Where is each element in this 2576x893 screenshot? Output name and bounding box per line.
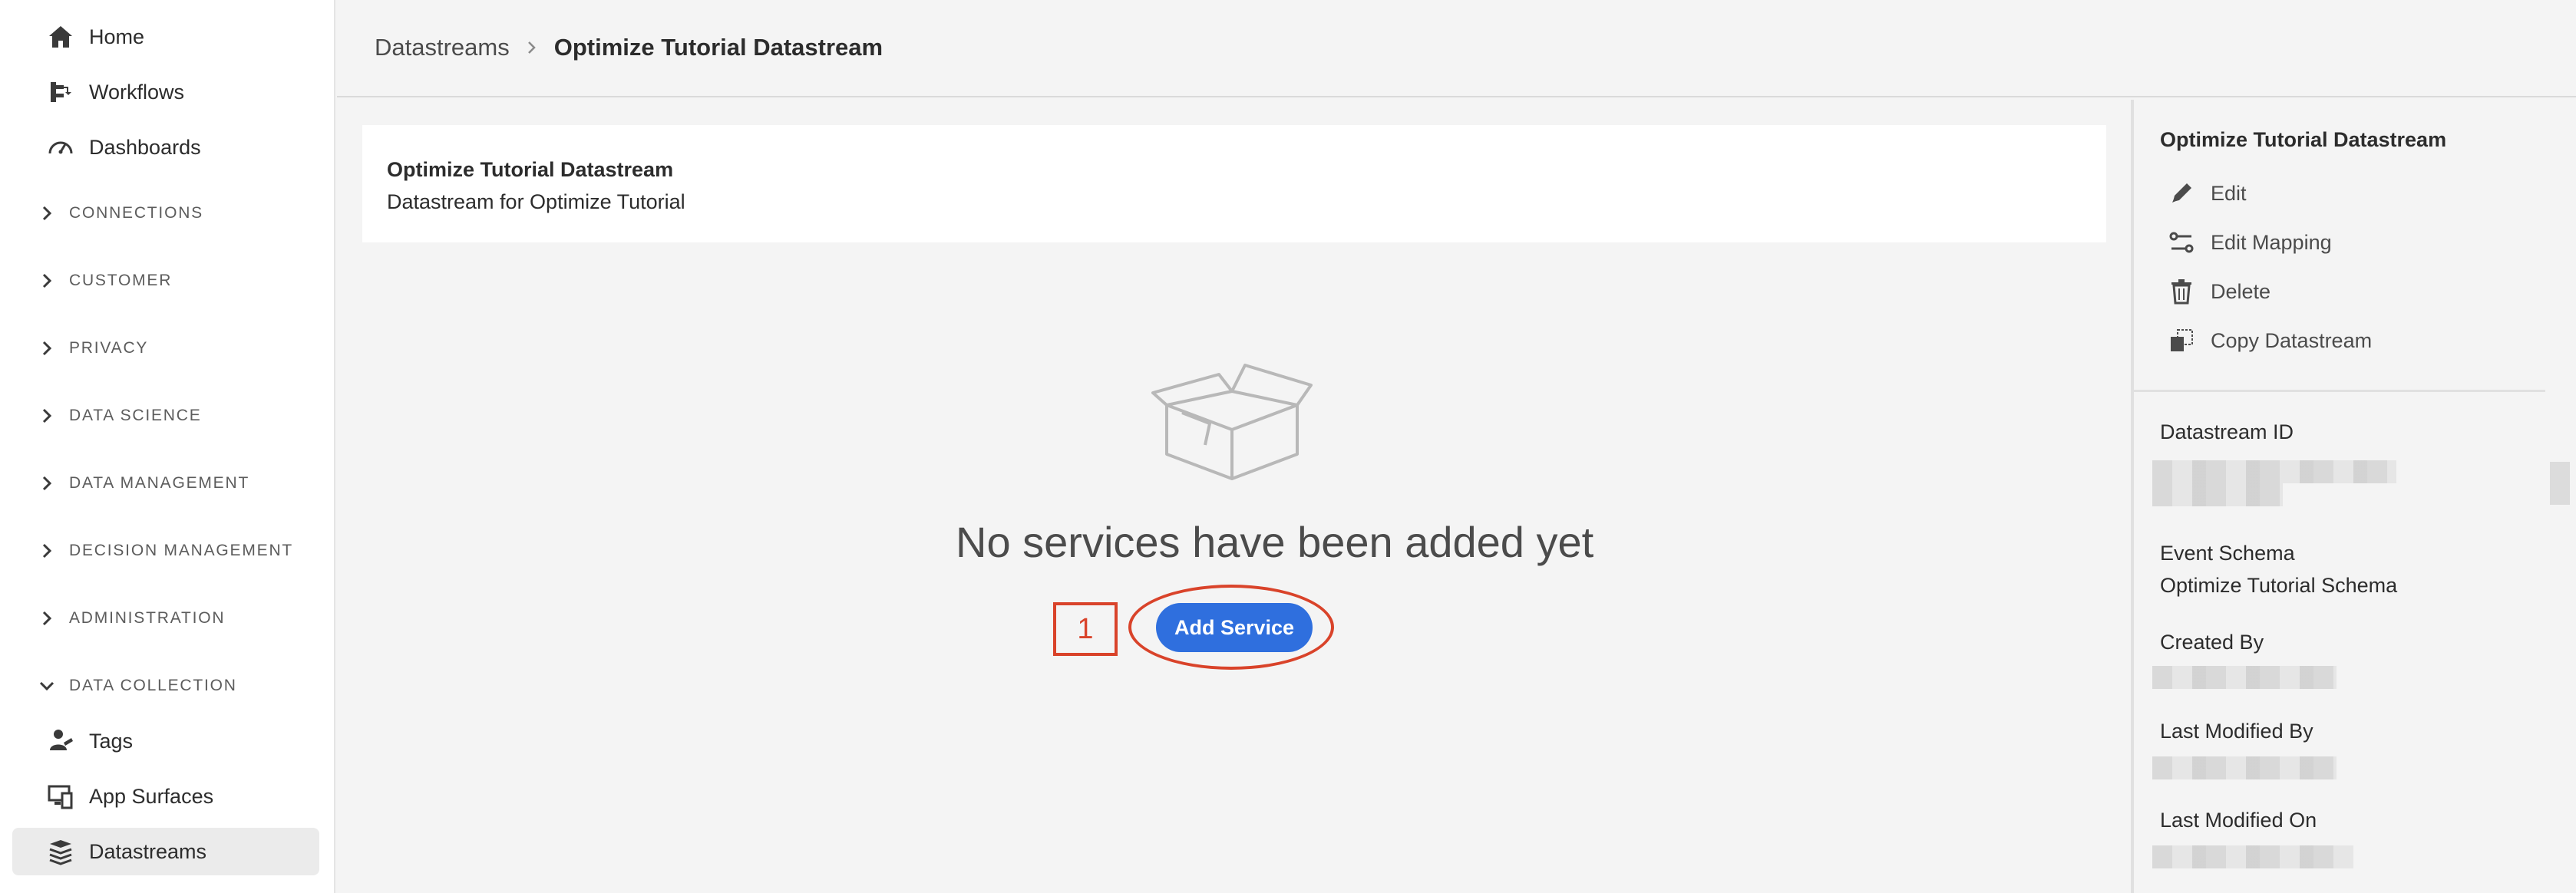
edit-mapping-icon [2168,229,2195,256]
sidebar-item-app-surfaces[interactable]: App Surfaces [12,773,319,820]
panel-divider [2134,390,2548,392]
sidebar-item-label: Workflows [89,80,185,104]
sidebar-item-workflows[interactable]: Workflows [12,68,319,116]
sidebar-item-label: Datastreams [89,839,207,863]
chevron-right-icon [37,338,57,358]
empty-state-message: No services have been added yet [956,518,1594,566]
sidebar-item-tags[interactable]: Tags [12,717,319,765]
last-modified-by-label: Last Modified By [2160,720,2313,743]
home-icon [46,22,75,51]
app-surfaces-icon [46,782,75,811]
section-label: DECISION MANAGEMENT [69,542,294,559]
chevron-right-icon [37,406,57,426]
section-label: DATA MANAGEMENT [69,474,250,492]
sidebar-item-label: Tags [89,729,134,753]
section-privacy[interactable]: PRIVACY [12,330,319,367]
panel-scrollbar[interactable] [2545,100,2576,893]
section-decision-management[interactable]: DECISION MANAGEMENT [12,532,319,569]
created-by-label: Created By [2160,631,2264,654]
section-label: DATA COLLECTION [69,677,237,694]
redacted-created-by [2152,666,2337,689]
delete-action[interactable]: Delete [2168,275,2271,308]
action-label: Copy Datastream [2211,328,2373,352]
last-modified-on-label: Last Modified On [2160,809,2317,832]
section-label: CONNECTIONS [69,204,203,222]
section-administration[interactable]: ADMINISTRATION [12,600,319,637]
section-data-science[interactable]: DATA SCIENCE [12,397,319,434]
section-data-collection[interactable]: DATA COLLECTION [12,667,319,704]
step-number-annotation: 1 [1053,602,1118,656]
chevron-right-icon [37,271,57,291]
redacted-datastream-id-line2 [2152,483,2283,506]
datastream-name: Optimize Tutorial Datastream [387,158,674,181]
chevron-right-icon [37,541,57,561]
chevron-right-icon [37,608,57,628]
sidebar-item-label: App Surfaces [89,784,214,808]
copy-icon [2168,327,2195,354]
details-panel-title: Optimize Tutorial Datastream [2160,128,2447,151]
add-service-button[interactable]: Add Service [1156,603,1313,652]
chevron-down-icon [37,676,57,696]
breadcrumb-current: Optimize Tutorial Datastream [553,34,883,61]
empty-box-icon [1151,362,1313,485]
chevron-right-icon [37,473,57,493]
workflows-icon [46,77,75,107]
copy-datastream-action[interactable]: Copy Datastream [2168,324,2372,358]
breadcrumb-link-datastreams[interactable]: Datastreams [375,34,510,61]
edit-mapping-action[interactable]: Edit Mapping [2168,226,2332,259]
sidebar-item-home[interactable]: Home [12,13,319,61]
dashboard-gauge-icon [46,133,75,162]
section-connections[interactable]: CONNECTIONS [12,195,319,232]
breadcrumb: Datastreams Optimize Tutorial Datastream [375,34,883,61]
edit-pencil-icon [2168,180,2195,207]
sidebar-item-dashboards[interactable]: Dashboards [12,124,319,171]
section-label: CUSTOMER [69,272,173,289]
scrollbar-thumb[interactable] [2550,462,2570,505]
section-label: PRIVACY [69,339,149,357]
datastreams-icon [46,837,75,866]
section-label: DATA SCIENCE [69,407,202,424]
action-label: Edit [2211,181,2247,205]
redacted-datastream-id [2152,460,2396,483]
details-panel: Optimize Tutorial Datastream Edit Edit M… [2131,100,2548,893]
section-data-management[interactable]: DATA MANAGEMENT [12,465,319,502]
breadcrumb-bar: Datastreams Optimize Tutorial Datastream [337,0,2576,97]
datastream-info-card: Optimize Tutorial Datastream Datastream … [362,125,2106,242]
event-schema-value: Optimize Tutorial Schema [2160,574,2398,597]
event-schema-label: Event Schema [2160,542,2295,565]
sidebar-item-label: Home [89,25,145,48]
datastream-id-label: Datastream ID [2160,420,2294,443]
action-label: Delete [2211,279,2271,303]
sidebar-item-label: Dashboards [89,135,201,159]
sidebar-item-datastreams[interactable]: Datastreams [12,828,319,875]
trash-icon [2168,278,2195,305]
redacted-last-modified-by [2152,756,2337,779]
chevron-right-icon [37,203,57,223]
chevron-right-icon [520,36,543,59]
sidebar: Home Workflows Dashboards CONNECTIONS CU… [0,0,335,893]
action-label: Edit Mapping [2211,230,2332,254]
section-label: ADMINISTRATION [69,609,226,627]
tags-icon [46,727,75,756]
redacted-last-modified-on [2152,845,2353,868]
edit-action[interactable]: Edit [2168,176,2247,210]
section-customer[interactable]: CUSTOMER [12,262,319,299]
datastream-description: Datastream for Optimize Tutorial [387,190,685,213]
